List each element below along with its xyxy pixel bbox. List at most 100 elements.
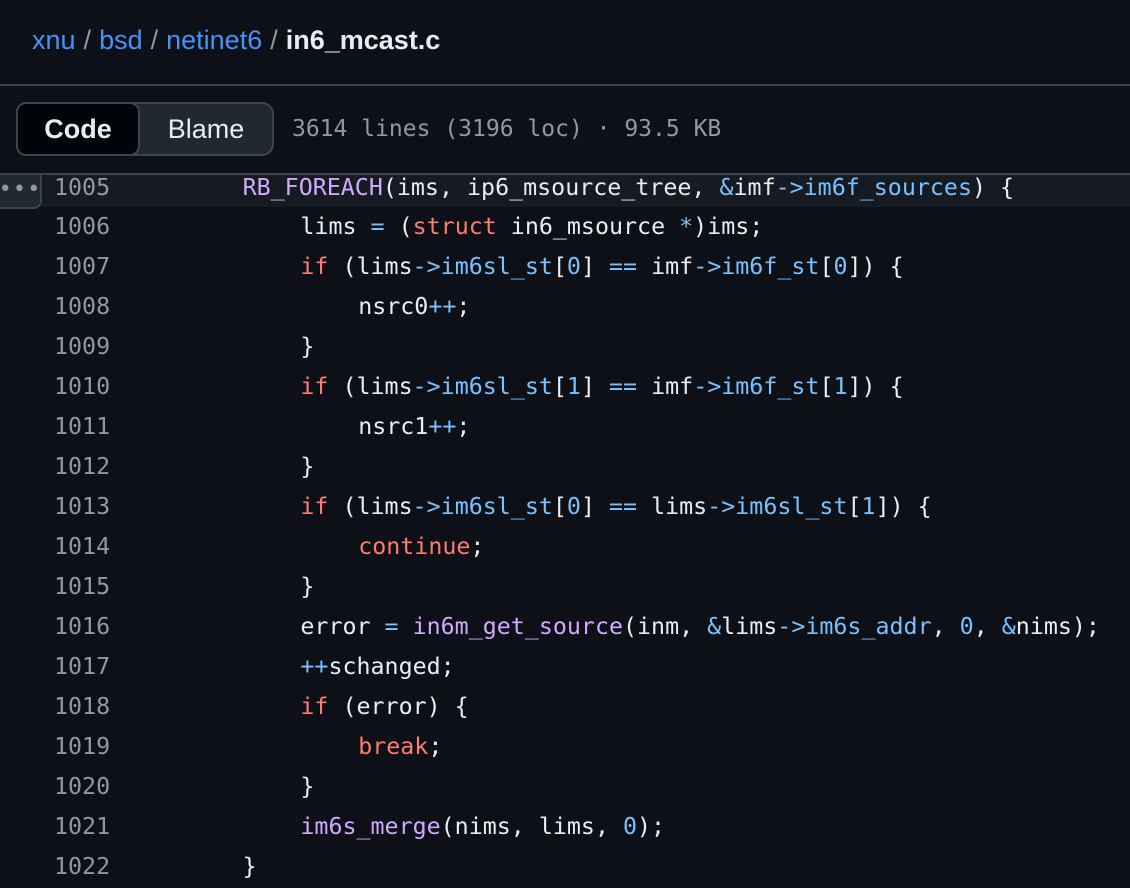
code-token: } [300,333,315,360]
code-token: ] [580,253,610,280]
code-line[interactable]: 1017 ++schanged; [0,647,1130,687]
code-token: lims [300,213,371,240]
code-token: break [358,733,429,760]
code-token: 0 [833,253,848,280]
line-number[interactable]: 1009 [54,327,112,367]
code-token: ( [384,213,413,240]
line-code: if (lims->im6sl_st[0] == lims->im6sl_st[… [300,487,931,527]
code-token: ++ [428,413,457,440]
line-number[interactable]: 1013 [54,487,112,527]
line-number[interactable]: 1016 [54,607,112,647]
line-code: nsrc0++; [358,287,470,327]
line-number[interactable]: 1012 [54,447,112,487]
line-code: } [300,767,314,807]
code-token: nims); [1015,613,1100,640]
code-token: ]) { [847,373,904,400]
line-code: } [300,327,314,367]
code-token: 1 [566,373,581,400]
code-token: im6s_addr [805,613,932,640]
code-token: (ims, ip6_msource_tree, [382,175,720,201]
code-token: ; [456,413,471,440]
breadcrumb-separator: / [83,25,92,55]
code-line[interactable]: 1009} [0,327,1130,367]
code-token: 0 [566,493,581,520]
line-number[interactable]: 1022 [54,847,112,887]
code-token: * [679,213,694,240]
code-token: } [300,573,315,600]
line-number[interactable]: 1006 [54,207,112,247]
line-code: if (lims->im6sl_st[0] == imf->im6f_st[0]… [300,247,903,287]
code-token: ; [470,533,485,560]
line-options-kebab-icon[interactable]: ••• [0,175,42,209]
code-token: } [242,853,257,880]
line-code: } [300,567,314,607]
code-line[interactable]: 1013 if (lims->im6sl_st[0] == lims->im6sl… [0,487,1130,527]
code-token: struct [412,213,497,240]
code-token: , [973,613,1002,640]
code-token: (inm, [623,613,708,640]
code-line[interactable]: 1022} [0,847,1130,887]
code-token: & [719,175,734,201]
line-number[interactable]: 1017 [54,647,112,687]
header-divider [0,84,1130,86]
code-line[interactable]: 1012} [0,447,1130,487]
code-line[interactable]: 1018 if (error) { [0,687,1130,727]
code-token: = [384,613,399,640]
code-token: 0 [959,613,974,640]
code-viewer[interactable]: ••• 1005 RB_FOREACH(ims, ip6_msource_tree,… [0,175,1130,888]
line-code: } [243,847,257,887]
code-token: if [300,253,329,280]
code-line[interactable]: 1006 lims = (struct in6_msource *)ims; [0,207,1130,247]
code-token: ]) { [875,493,932,520]
code-token: im6f_st [721,253,820,280]
code-token: imf [637,373,694,400]
code-line[interactable]: 1007 if (lims->im6sl_st[0] == imf->im6f_s… [0,247,1130,287]
code-token: -> [412,253,441,280]
code-line[interactable]: 1014 continue; [0,527,1130,567]
code-token: -> [777,613,806,640]
code-line[interactable]: 1021 im6s_merge(nims, lims, 0); [0,807,1130,847]
line-number[interactable]: 1005 [54,175,112,201]
code-token: 0 [566,253,581,280]
line-number[interactable]: 1010 [54,367,112,407]
line-number[interactable]: 1011 [54,407,112,447]
code-token: -> [412,373,441,400]
line-number[interactable]: 1015 [54,567,112,607]
code-token: & [707,613,722,640]
line-number[interactable]: 1019 [54,727,112,767]
breadcrumb-current-file: in6_mcast.c [285,25,441,55]
breadcrumb-link-xnu[interactable]: xnu [32,25,76,55]
code-line[interactable]: 1015} [0,567,1130,607]
line-number[interactable]: 1020 [54,767,112,807]
blame-tab-button[interactable]: Blame [140,104,272,154]
line-number[interactable]: 1014 [54,527,112,567]
code-token: -> [707,493,736,520]
code-token: ; [428,733,443,760]
line-number[interactable]: 1008 [54,287,112,327]
code-line[interactable]: 1016 error = in6m_get_source(inm, &lims->… [0,607,1130,647]
code-token: = [370,213,385,240]
code-token: (lims [328,253,413,280]
line-number[interactable]: 1007 [54,247,112,287]
code-token: [ [819,373,834,400]
breadcrumb-link-bsd[interactable]: bsd [99,25,143,55]
code-line[interactable]: 1010 if (lims->im6sl_st[1] == imf->im6f_s… [0,367,1130,407]
code-token: -> [693,253,722,280]
code-line[interactable]: 1011 nsrc1++; [0,407,1130,447]
line-code: } [300,447,314,487]
code-token: == [609,493,638,520]
code-token: im6f_sources [803,175,972,201]
breadcrumb-link-netinet6[interactable]: netinet6 [166,25,262,55]
code-line[interactable]: 1019 break; [0,727,1130,767]
code-token: if [300,493,329,520]
code-token: (nims, lims, [440,813,623,840]
code-token: -> [693,373,722,400]
code-line[interactable]: 1020} [0,767,1130,807]
line-code: if (lims->im6sl_st[1] == imf->im6f_st[1]… [300,367,903,407]
code-line[interactable]: 1008 nsrc0++; [0,287,1130,327]
line-number[interactable]: 1018 [54,687,112,727]
line-number[interactable]: 1021 [54,807,112,847]
code-tab-button[interactable]: Code [16,102,140,156]
code-line[interactable]: ••• 1005 RB_FOREACH(ims, ip6_msource_tree,… [0,175,1130,209]
